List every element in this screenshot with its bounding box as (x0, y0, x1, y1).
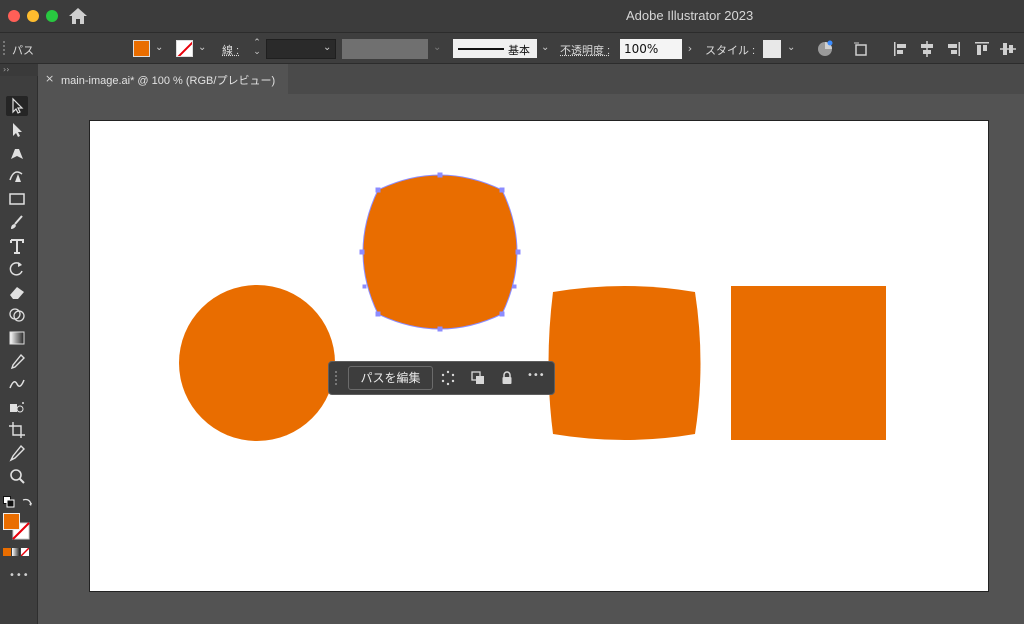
task-bar-grip[interactable] (335, 371, 341, 385)
edit-path-button[interactable]: パスを編集 (348, 366, 433, 390)
simplify-path-icon[interactable] (440, 370, 456, 386)
selected-squircle[interactable] (363, 175, 517, 329)
orange-square[interactable] (731, 286, 886, 440)
bulged-square[interactable] (548, 286, 701, 440)
duplicate-icon[interactable] (470, 370, 486, 386)
contextual-task-bar: パスを編集 ••• (328, 361, 555, 395)
artwork-layer (179, 172, 886, 441)
lock-icon[interactable] (499, 370, 515, 386)
more-options-button[interactable]: ••• (527, 370, 545, 381)
fill-color-box[interactable] (3, 513, 20, 530)
orange-circle[interactable] (179, 285, 335, 441)
